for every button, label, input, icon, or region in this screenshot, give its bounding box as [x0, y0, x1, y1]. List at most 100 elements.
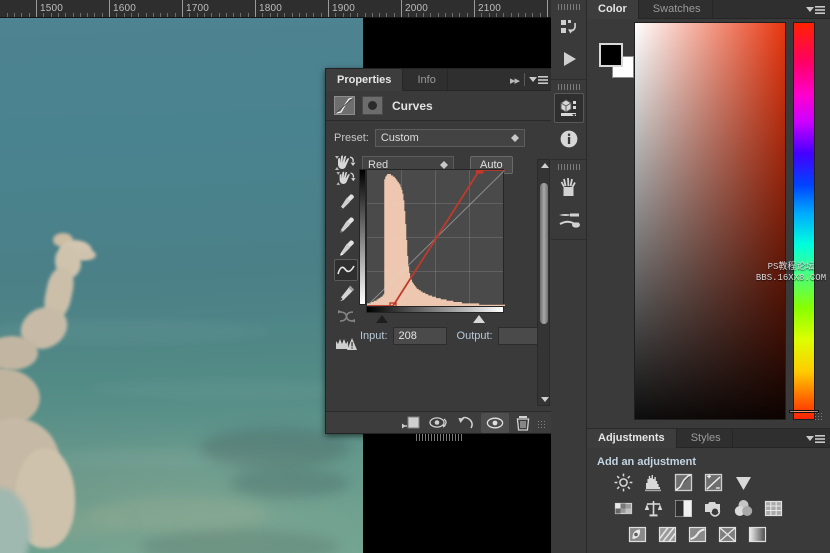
color-panel-tabbar[interactable]: Color Swatches	[587, 0, 830, 19]
hue-saturation-icon[interactable]	[613, 498, 633, 518]
reset-adjustment-icon[interactable]	[453, 413, 481, 433]
dock-grip-icon[interactable]	[557, 164, 580, 170]
panel-menu-icon[interactable]	[804, 3, 826, 17]
properties-panel[interactable]: Properties Info ▸▸ Curves Preset: Custom…	[325, 68, 554, 441]
toggle-layer-visibility-icon[interactable]	[481, 412, 509, 433]
channel-mixer-icon[interactable]	[733, 498, 753, 518]
adjustment-buttons-grid[interactable]	[587, 472, 830, 544]
color-panel-resize-grip[interactable]	[814, 412, 824, 422]
resize-grip-icon[interactable]	[537, 420, 547, 430]
vibrance-icon[interactable]	[733, 472, 753, 492]
ruler-tick-minor	[204, 13, 205, 17]
output-gradient-bar	[359, 169, 366, 305]
dock-grip-icon[interactable]	[557, 4, 580, 10]
preset-select[interactable]: Custom	[374, 129, 525, 147]
properties-tabbar[interactable]: Properties Info ▸▸	[326, 69, 553, 91]
levels-icon[interactable]	[643, 472, 663, 492]
history-icon[interactable]	[554, 13, 584, 43]
smooth-curve-icon[interactable]	[334, 305, 358, 327]
ruler-tick-minor	[438, 13, 439, 17]
adjustments-panel[interactable]: Adjustments Styles Add an adjustment	[587, 428, 830, 553]
curves-icon[interactable]	[673, 472, 693, 492]
ruler-tick-minor	[386, 13, 387, 17]
curves-tool-column[interactable]	[334, 167, 360, 356]
input-output-row[interactable]: Input: 208 Output:	[360, 327, 550, 345]
properties-scrollbar[interactable]	[537, 159, 550, 406]
tab-info[interactable]: Info	[406, 69, 448, 91]
ruler-tick-minor	[51, 13, 52, 17]
3d-panel-icon[interactable]	[553, 93, 584, 123]
canvas-image[interactable]	[0, 18, 363, 553]
ruler-tick-minor	[226, 13, 227, 17]
curves-controls[interactable]: Preset: Custom Red Auto Input: 208 Outpu…	[326, 121, 553, 412]
adjustment-row-3[interactable]	[613, 524, 830, 544]
ruler-tick-minor	[146, 13, 147, 17]
add-adjustment-heading: Add an adjustment	[597, 456, 697, 468]
white-input-slider[interactable]	[472, 315, 485, 323]
panel-menu-icon[interactable]	[804, 432, 826, 446]
delete-adjustment-layer-icon[interactable]	[509, 413, 537, 433]
tab-styles[interactable]: Styles	[680, 429, 733, 448]
ruler-tick-major	[182, 0, 183, 17]
invert-icon[interactable]	[627, 524, 647, 544]
on-image-adjust-icon[interactable]	[334, 167, 358, 189]
black-white-icon[interactable]	[673, 498, 693, 518]
scrollbar-thumb[interactable]	[540, 183, 548, 324]
adjustment-row-2[interactable]	[613, 498, 830, 518]
tab-swatches[interactable]: Swatches	[642, 0, 713, 19]
actions-play-icon[interactable]	[554, 44, 584, 74]
curve-line[interactable]	[367, 170, 505, 306]
curves-thumbnail-icon[interactable]	[334, 96, 355, 115]
scroll-down-arrow-icon[interactable]	[541, 397, 549, 402]
ruler-tick-minor	[525, 13, 526, 17]
color-balance-icon[interactable]	[643, 498, 663, 518]
dock-group-3	[551, 164, 586, 240]
selective-color-icon[interactable]	[717, 524, 737, 544]
ruler-tick-minor	[343, 13, 344, 17]
panel-drag-grip[interactable]	[415, 434, 464, 441]
scroll-up-arrow-icon[interactable]	[541, 163, 549, 168]
threshold-icon[interactable]	[687, 524, 707, 544]
ruler-tick-minor	[459, 13, 460, 17]
brightness-contrast-icon[interactable]	[613, 472, 633, 492]
panel-menu-icon[interactable]	[527, 73, 549, 87]
horizontal-ruler[interactable]: 150016001700180019002000210022002300	[0, 0, 551, 18]
posterize-icon[interactable]	[657, 524, 677, 544]
color-lookup-icon[interactable]	[763, 498, 783, 518]
curves-graph[interactable]	[366, 169, 505, 306]
black-point-eyedropper-icon[interactable]	[334, 190, 358, 212]
adjustments-tabbar[interactable]: Adjustments Styles	[587, 429, 830, 448]
properties-footer[interactable]	[326, 411, 553, 433]
gray-point-eyedropper-icon[interactable]	[334, 213, 358, 235]
ruler-tick-minor	[138, 13, 139, 17]
clipping-warning-icon[interactable]	[334, 333, 358, 355]
info-panel-icon[interactable]	[554, 124, 584, 154]
color-picker-field[interactable]	[634, 22, 786, 420]
exposure-icon[interactable]	[703, 472, 723, 492]
input-field[interactable]: 208	[392, 327, 447, 345]
clip-to-layer-icon[interactable]	[397, 413, 425, 433]
photo-filter-icon[interactable]	[703, 498, 723, 518]
gradient-map-icon[interactable]	[747, 524, 767, 544]
tab-color[interactable]: Color	[587, 0, 639, 19]
collapsed-panel-dock[interactable]	[551, 0, 587, 553]
foreground-color-swatch[interactable]	[599, 43, 623, 67]
dock-grip-icon[interactable]	[557, 84, 580, 90]
tab-properties[interactable]: Properties	[326, 69, 404, 91]
adjustment-row-1[interactable]	[613, 472, 830, 492]
clone-source-icon[interactable]	[554, 204, 584, 234]
collapse-panel-icon[interactable]: ▸▸	[510, 74, 520, 87]
curve-edit-point-icon[interactable]	[334, 259, 358, 281]
brush-presets-icon[interactable]	[554, 173, 584, 203]
hue-slider[interactable]	[793, 22, 815, 420]
layer-mask-thumbnail-icon[interactable]	[362, 96, 383, 115]
pencil-draw-curve-icon[interactable]	[334, 282, 358, 304]
preset-row[interactable]: Preset: Custom	[326, 129, 553, 147]
view-previous-state-icon[interactable]	[425, 413, 453, 433]
black-input-slider[interactable]	[376, 315, 389, 323]
dock-group-1	[551, 4, 586, 80]
foreground-background-swatches[interactable]	[599, 43, 634, 78]
ruler-tick-minor	[423, 13, 424, 17]
white-point-eyedropper-icon[interactable]	[334, 236, 358, 258]
tab-adjustments[interactable]: Adjustments	[587, 429, 677, 448]
